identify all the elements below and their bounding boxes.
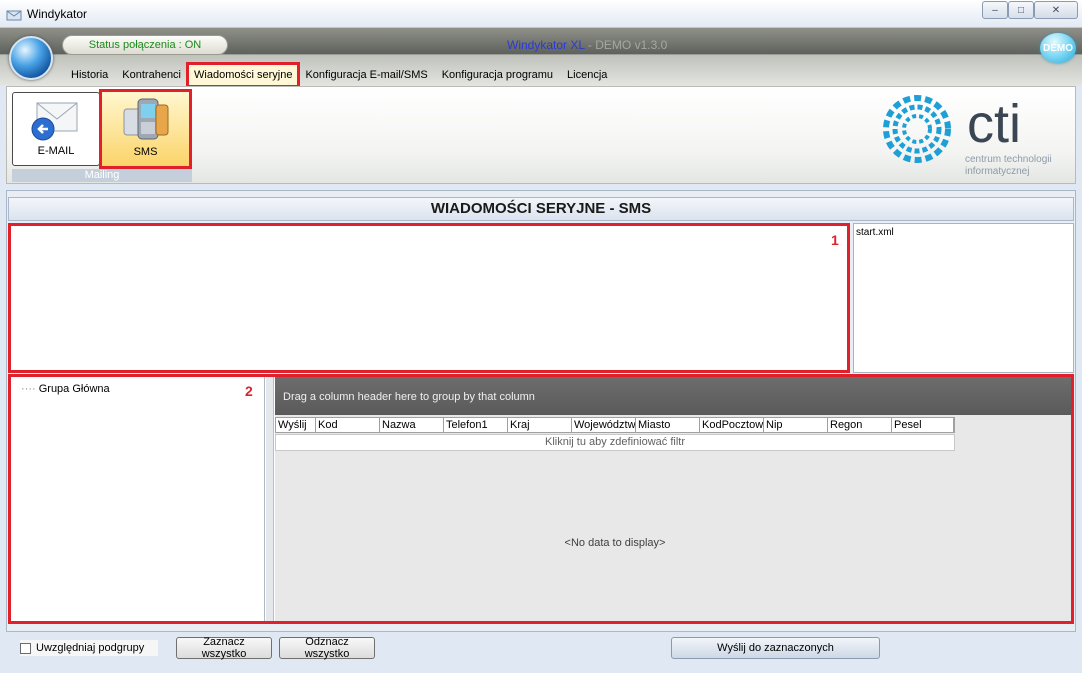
menu-wiadomosci-seryjne[interactable]: Wiadomości seryjne [186, 62, 301, 88]
select-all-button[interactable]: Zaznacz wszystko [176, 636, 272, 660]
app-title: Windykator XL - DEMO v1.3.0 [507, 38, 667, 52]
connection-status: Status połączenia : ON [62, 35, 228, 55]
column-header-pesel[interactable]: Pesel [892, 418, 954, 432]
message-editor[interactable]: 1 [8, 223, 850, 373]
splitter[interactable] [266, 377, 274, 621]
no-data-message: <No data to display> [564, 537, 666, 549]
marker-2: 2 [245, 383, 253, 399]
column-header-kodpocztowy[interactable]: KodPocztowy [700, 418, 764, 432]
menu-kontrahenci[interactable]: Kontrahenci [115, 64, 188, 86]
file-item[interactable]: start.xml [856, 227, 1071, 238]
column-header-wyslij[interactable]: Wyślij [276, 418, 316, 432]
sms-button[interactable]: SMS [99, 89, 192, 169]
recipients-grid[interactable]: Drag a column header here to group by th… [275, 377, 1071, 621]
window-title: Windykator [27, 7, 88, 21]
checkbox-box[interactable] [20, 642, 31, 654]
email-button[interactable]: E-MAIL [12, 92, 100, 166]
marker-1: 1 [831, 232, 839, 248]
ribbon-group-label: Mailing [12, 169, 192, 182]
column-header-telefon1[interactable]: Telefon1 [444, 418, 508, 432]
email-back-icon [31, 102, 78, 141]
menu-bar: Historia Kontrahenci Wiadomości seryjne … [64, 62, 614, 88]
menu-historia[interactable]: Historia [64, 64, 115, 86]
group-by-panel[interactable]: Drag a column header here to group by th… [275, 377, 1071, 415]
close-button[interactable]: ✕ [1034, 1, 1078, 19]
phone-icon [123, 98, 169, 140]
column-header-nazwa[interactable]: Nazwa [380, 418, 444, 432]
column-header-regon[interactable]: Regon [828, 418, 892, 432]
filter-row[interactable]: Kliknij tu aby zdefiniować filtr [275, 434, 955, 451]
app-name: Windykator XL [507, 38, 585, 52]
cti-subtitle-line1: centrum technologii [965, 154, 1052, 165]
app-version: - DEMO v1.3.0 [584, 38, 668, 52]
cti-subtitle: centrum technologii informatycznej [965, 154, 1052, 178]
app-icon [6, 10, 22, 21]
group-tree[interactable]: ···· Grupa Główna [11, 377, 265, 621]
include-subgroups-checkbox[interactable]: Uwzględniaj podgrupy [20, 640, 158, 656]
include-subgroups-label: Uwzględniaj podgrupy [36, 642, 145, 654]
column-header-wojewodztwo[interactable]: Województwo [572, 418, 636, 432]
bottom-bar: Uwzględniaj podgrupy Zaznacz wszystko Od… [8, 632, 1074, 664]
column-header-nip[interactable]: Nip [764, 418, 828, 432]
tree-connector: ···· [21, 383, 36, 395]
tree-node-root[interactable]: ···· Grupa Główna [21, 383, 110, 395]
send-to-selected-button[interactable]: Wyślij do zaznaczonych [671, 637, 880, 659]
cti-subtitle-line2: informatycznej [965, 166, 1030, 177]
sms-button-label: SMS [133, 146, 158, 158]
tree-node-label: Grupa Główna [38, 383, 110, 395]
minimize-button[interactable]: – [982, 1, 1008, 19]
recipients-panel: ···· Grupa Główna 2 Drag a column header… [8, 374, 1074, 624]
grid-header: Wyślij Kod Nazwa Telefon1 Kraj Województ… [275, 417, 955, 433]
title-bar: Windykator – □ ✕ [0, 0, 1082, 28]
email-button-label: E-MAIL [37, 145, 75, 157]
file-list[interactable]: start.xml [853, 223, 1074, 373]
deselect-all-button[interactable]: Odznacz wszystko [279, 636, 375, 660]
column-header-miasto[interactable]: Miasto [636, 418, 700, 432]
menu-konfiguracja-programu[interactable]: Konfiguracja programu [435, 64, 560, 86]
maximize-button[interactable]: □ [1008, 1, 1034, 19]
menu-licencja[interactable]: Licencja [560, 64, 614, 86]
column-header-kraj[interactable]: Kraj [508, 418, 572, 432]
column-header-kod[interactable]: Kod [316, 418, 380, 432]
menu-konfiguracja-email-sms[interactable]: Konfiguracja E-mail/SMS [298, 64, 434, 86]
globe-icon[interactable] [9, 36, 53, 80]
page-title: WIADOMOŚCI SERYJNE - SMS [8, 197, 1074, 221]
demo-badge: DEMO [1040, 33, 1076, 63]
ribbon-panel: E-MAIL SMS Mailing cti centrum technolog… [6, 86, 1076, 184]
cti-logo-text: cti [967, 94, 1021, 154]
